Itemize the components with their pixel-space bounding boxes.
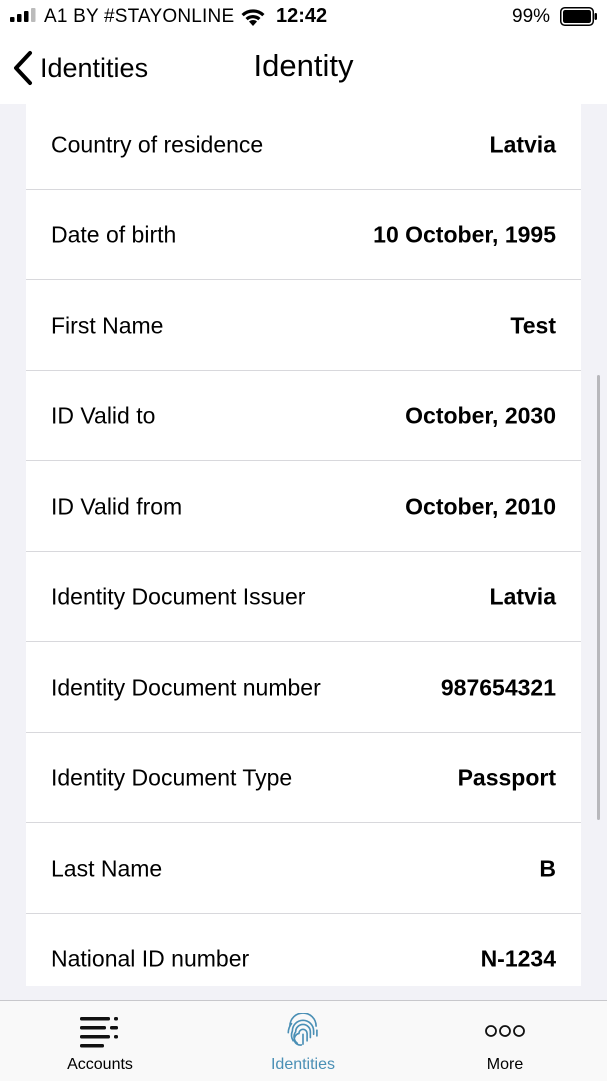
detail-value: Test	[510, 312, 556, 338]
detail-value: October, 2030	[405, 402, 556, 428]
tab-more[interactable]: More	[405, 1001, 605, 1081]
detail-label: Date of birth	[51, 221, 177, 247]
tab-identities[interactable]: Identities	[203, 1001, 403, 1081]
detail-row-id-valid-to: ID Valid to October, 2030	[26, 371, 581, 461]
detail-label: Identity Document Issuer	[51, 583, 306, 609]
detail-value: 987654321	[440, 674, 556, 700]
detail-label: First Name	[51, 312, 164, 338]
battery-percentage: 99%	[512, 6, 551, 27]
tab-label: Identities	[270, 1056, 336, 1073]
identity-details-list: Country of residence Latvia Date of birt…	[26, 104, 581, 986]
page-title: Identity	[253, 48, 354, 83]
detail-row-id-valid-from: ID Valid from October, 2010	[26, 462, 581, 552]
more-dots-icon	[485, 1025, 525, 1037]
detail-label: Identity Document Type	[51, 764, 293, 790]
detail-label: Identity Document number	[51, 674, 321, 700]
detail-row-last-name: Last Name B	[26, 824, 581, 914]
detail-row-document-type: Identity Document Type Passport	[26, 733, 581, 823]
tab-bar: Accounts Identities More	[0, 1000, 607, 1081]
clock-time: 12:42	[276, 5, 328, 27]
scroll-indicator[interactable]	[597, 375, 600, 820]
detail-row-country-of-residence: Country of residence Latvia	[26, 104, 581, 190]
detail-label: ID Valid from	[51, 493, 183, 519]
navigation-bar: Identities Identity	[0, 34, 607, 104]
detail-row-first-name: First Name Test	[26, 281, 581, 371]
detail-row-national-id: National ID number N-1234	[26, 914, 581, 986]
tab-accounts[interactable]: Accounts	[0, 1001, 200, 1081]
detail-value: N-1234	[480, 945, 556, 971]
detail-row-document-number: Identity Document number 987654321	[26, 643, 581, 733]
detail-label: ID Valid to	[51, 402, 156, 428]
detail-label: Country of residence	[51, 131, 264, 157]
detail-label: Last Name	[51, 855, 163, 881]
tab-label: Accounts	[67, 1056, 133, 1073]
detail-row-document-issuer: Identity Document Issuer Latvia	[26, 552, 581, 642]
detail-value: B	[539, 855, 556, 881]
menu-list-icon	[80, 1017, 118, 1048]
detail-value: Latvia	[489, 583, 556, 609]
detail-value: Latvia	[489, 131, 556, 157]
wifi-icon	[241, 9, 265, 26]
detail-value: Passport	[457, 764, 556, 790]
detail-value: 10 October, 1995	[373, 221, 556, 247]
status-bar: A1 BY #STAYONLINE 12:42 99%	[0, 0, 607, 34]
detail-label: National ID number	[51, 945, 250, 971]
tab-label: More	[486, 1056, 524, 1073]
detail-value: October, 2010	[405, 493, 556, 519]
signal-strength-icon	[10, 8, 36, 22]
battery-icon	[560, 7, 597, 26]
fingerprint-icon	[287, 1013, 318, 1046]
carrier-name: A1 BY #STAYONLINE	[44, 6, 235, 27]
detail-row-date-of-birth: Date of birth 10 October, 1995	[26, 190, 581, 280]
